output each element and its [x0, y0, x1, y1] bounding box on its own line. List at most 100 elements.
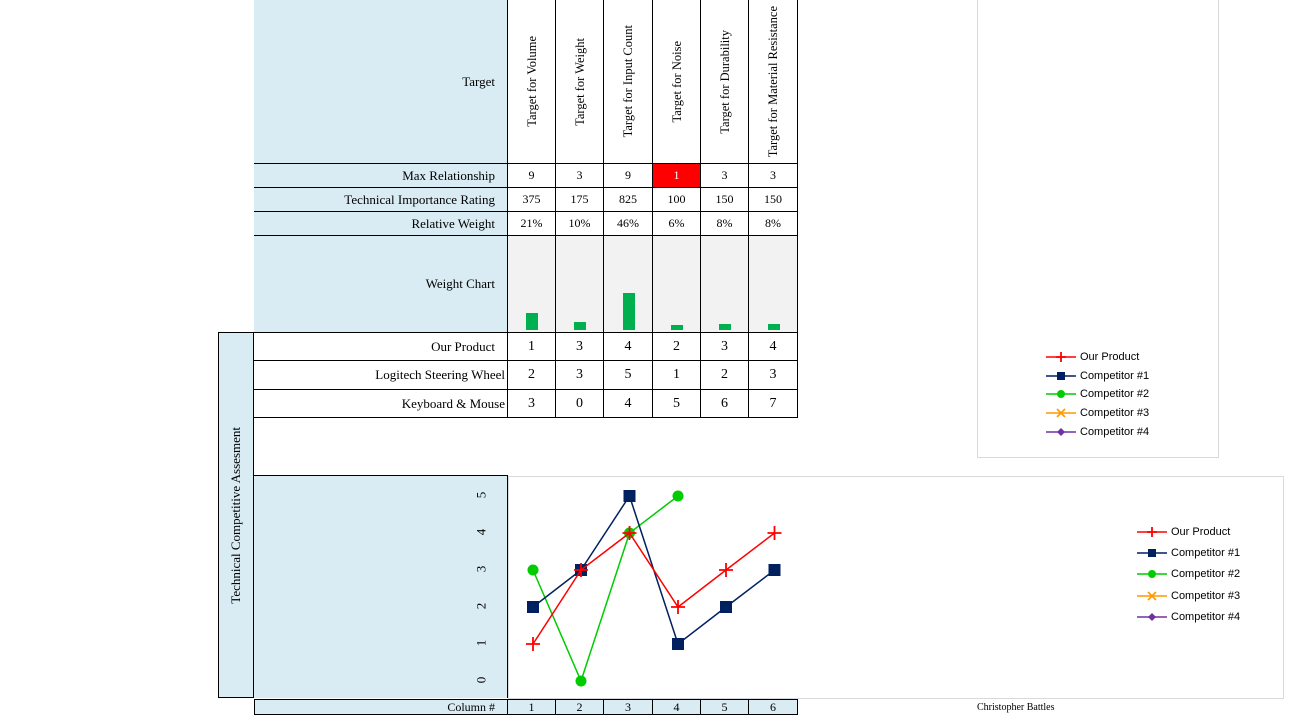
product-2-cell-4: 1 [653, 360, 701, 389]
tech-importance-cell-2: 175 [556, 188, 604, 212]
weight-chart-cell-4 [653, 236, 701, 332]
relative-weight-label: Relative Weight [254, 212, 508, 236]
tech-importance-cell-1: 375 [508, 188, 556, 212]
column-number-4: 4 [653, 699, 701, 715]
weight-bar-2 [574, 322, 586, 330]
tech-importance-cell-3: 825 [604, 188, 653, 212]
legend-marker-circle [1057, 390, 1065, 399]
target-header-2: Target for Weight [556, 0, 604, 164]
target-label: Target [462, 73, 495, 89]
relative-weight-cell-5: 8% [701, 212, 749, 236]
column-number-1: 1 [508, 699, 556, 715]
product-2-cell-3: 5 [604, 360, 653, 389]
product-1-cell-6: 4 [749, 332, 798, 361]
target-header-label-cell: Target [254, 0, 508, 164]
max-relationship-cell-3: 9 [604, 164, 653, 188]
weight-chart-label: Weight Chart [254, 236, 508, 332]
legend-marker-square [1148, 549, 1156, 558]
product-3-cell-3: 4 [604, 389, 653, 418]
ytick-label-2: 2 [473, 602, 488, 610]
ytick-label-5: 5 [473, 491, 488, 499]
author-footer: Christopher Battles [977, 702, 1055, 713]
max-relationship-cell-5: 3 [701, 164, 749, 188]
product-row-label-1: Our Product [254, 332, 508, 361]
point-our-product-3 [622, 526, 637, 540]
product-3-cell-6: 7 [749, 389, 798, 418]
tech-importance-label: Technical Importance Rating [254, 188, 508, 212]
max-relationship-cell-6: 3 [749, 164, 798, 188]
product-1-cell-4: 2 [653, 332, 701, 361]
product-2-cell-5: 2 [701, 360, 749, 389]
bottom-legend-item-1: Our Product [1137, 526, 1230, 538]
legend-marker-square [1057, 371, 1065, 380]
column-number-5: 5 [701, 699, 749, 715]
relative-weight-cell-2: 10% [556, 212, 604, 236]
target-header-4: Target for Noise [653, 0, 701, 164]
target-header-3: Target for Input Count [604, 0, 653, 164]
point-competitor-1-5 [720, 601, 732, 613]
point-our-product-4 [671, 600, 685, 614]
tech-importance-cell-6: 150 [749, 188, 798, 212]
product-1-cell-5: 3 [701, 332, 749, 361]
product-2-cell-1: 2 [508, 360, 556, 389]
product-1-cell-1: 1 [508, 332, 556, 361]
legend-marker-circle [1148, 570, 1156, 579]
ytick-label-3: 3 [473, 565, 488, 573]
weight-bar-6 [767, 324, 780, 330]
legend-marker-diamond [1057, 427, 1065, 436]
relative-weight-cell-3: 46% [604, 212, 653, 236]
top-legend-item-1: Our Product [1046, 351, 1139, 363]
product-3-cell-1: 3 [508, 389, 556, 418]
weight-chart-cell-2 [556, 236, 604, 332]
relative-weight-cell-6: 8% [749, 212, 798, 236]
weight-chart-cell-5 [701, 236, 749, 332]
max-relationship-cell-4: 1 [653, 164, 701, 188]
legend-marker-plus [1147, 527, 1157, 537]
relative-weight-cell-4: 6% [653, 212, 701, 236]
legend-marker-diamond [1148, 612, 1156, 621]
weight-bar-5 [719, 324, 731, 330]
bottom-legend-item-4: Competitor #3 [1137, 590, 1240, 602]
product-3-cell-2: 0 [556, 389, 604, 418]
ytick-label-4: 4 [473, 528, 488, 536]
product-2-cell-2: 3 [556, 360, 604, 389]
top-legend-item-3: Competitor #2 [1046, 388, 1149, 400]
column-number-2: 2 [556, 699, 604, 715]
product-2-cell-6: 3 [749, 360, 798, 389]
tech-importance-cell-4: 100 [653, 188, 701, 212]
column-number-6: 6 [749, 699, 798, 715]
weight-bar-3 [622, 293, 635, 330]
chart-yaxis-panel [254, 475, 508, 698]
max-relationship-label: Max Relationship [254, 164, 508, 188]
weight-bar-4 [671, 325, 683, 330]
point-competitor-2-4 [672, 490, 684, 502]
top-legend-item-2: Competitor #1 [1046, 370, 1149, 382]
weight-bar-1 [526, 313, 538, 330]
point-competitor-2-2 [575, 675, 587, 687]
legend-marker-plus [1056, 352, 1066, 362]
top-legend-item-4: Competitor #3 [1046, 407, 1149, 419]
relative-weight-cell-1: 21% [508, 212, 556, 236]
series-line-our-product [532, 531, 775, 645]
weight-chart-cell-6 [749, 236, 798, 332]
point-our-product-5 [719, 563, 733, 577]
tech-importance-cell-5: 150 [701, 188, 749, 212]
target-header-1: Target for Volume [508, 0, 556, 164]
product-1-cell-3: 4 [604, 332, 653, 361]
column-number-label: Column # [254, 699, 508, 715]
target-header-5: Target for Durability [701, 0, 749, 164]
bottom-legend-item-3: Competitor #2 [1137, 568, 1240, 580]
series-line-competitor-2 [532, 495, 679, 684]
max-relationship-cell-1: 9 [508, 164, 556, 188]
point-competitor-2-1 [527, 564, 539, 576]
point-competitor-1-6 [768, 564, 781, 576]
product-3-cell-4: 5 [653, 389, 701, 418]
bottom-legend-item-5: Competitor #4 [1137, 611, 1240, 623]
weight-chart-cell-3 [604, 236, 653, 332]
point-competitor-1-1 [527, 601, 539, 613]
product-row-label-3: Keyboard & Mouse [254, 389, 508, 418]
point-competitor-1-3 [623, 490, 636, 502]
max-relationship-cell-2: 3 [556, 164, 604, 188]
ytick-label-1: 1 [473, 639, 488, 647]
column-number-3: 3 [604, 699, 653, 715]
